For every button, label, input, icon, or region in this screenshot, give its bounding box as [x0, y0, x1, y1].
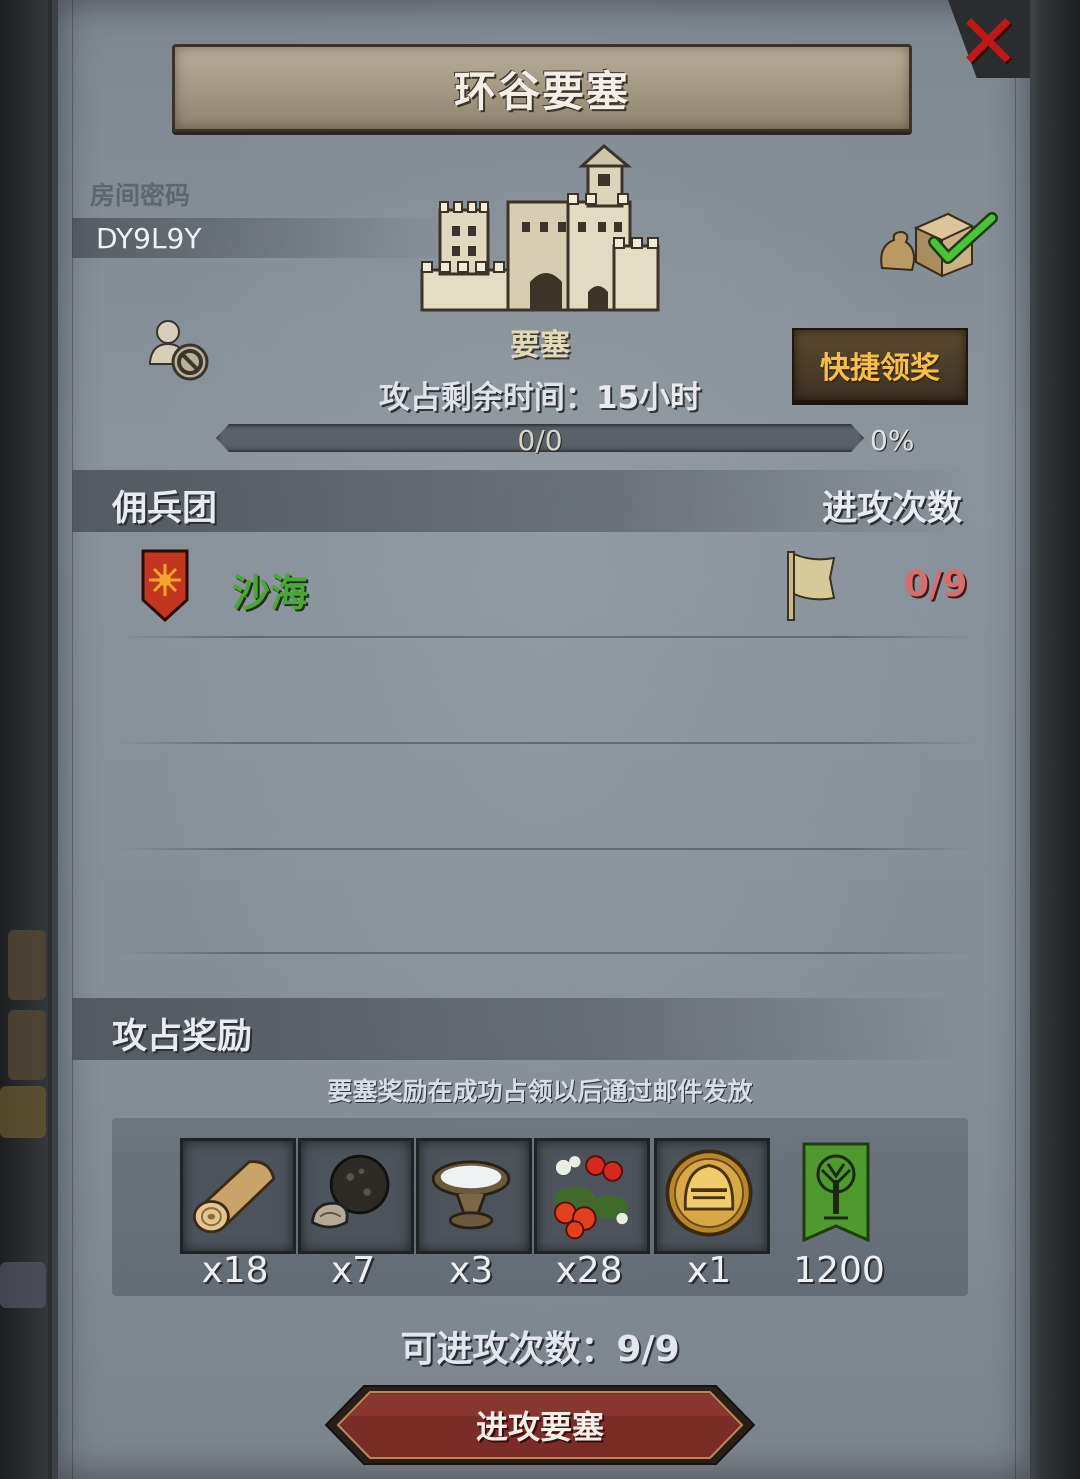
capture-timer-value: 15小时	[595, 380, 702, 416]
reward-qty-truffle: x7	[330, 1250, 376, 1291]
reward-item-helmet-coin[interactable]	[654, 1138, 770, 1254]
available-attempts: 可进攻次数：9/9	[400, 1329, 680, 1370]
close-icon[interactable]: ✕	[956, 4, 1020, 80]
attack-fortress-button[interactable]: 进攻要塞	[324, 1384, 756, 1466]
room-code[interactable]: DY9L9Y	[96, 222, 201, 255]
reward-qty-berries: x28	[555, 1250, 623, 1291]
mercenary-attack-count: 0/9	[904, 564, 968, 605]
mercenary-name: 沙海	[232, 571, 309, 615]
mercenary-header: 佣兵团	[112, 489, 218, 529]
reward-item-berries[interactable]	[534, 1138, 650, 1254]
side-search-icon	[0, 1262, 46, 1308]
page-title: 环谷要塞	[453, 66, 630, 116]
row-divider	[116, 952, 976, 954]
side-scroll-icon	[8, 930, 46, 1000]
berries-icon	[554, 1155, 628, 1240]
reward-qty-salt: x3	[448, 1250, 494, 1291]
reward-item-wood[interactable]	[180, 1138, 296, 1254]
flag-icon	[787, 551, 836, 621]
truffle-icon	[310, 1154, 390, 1229]
wood-log-icon	[192, 1160, 276, 1234]
supply-box-claimed-icon[interactable]	[876, 206, 998, 278]
tree-banner-icon[interactable]	[800, 1140, 872, 1244]
reward-qty-helmet-coin: x1	[686, 1250, 732, 1291]
room-password-label: 房间密码	[90, 181, 191, 210]
knight-helmet-coin-icon	[665, 1149, 753, 1237]
attack-fortress-label: 进攻要塞	[475, 1408, 604, 1446]
row-divider	[116, 848, 976, 850]
row-divider	[116, 742, 976, 744]
attack-count-header: 进攻次数	[822, 489, 963, 529]
reward-qty-wood: x18	[201, 1250, 269, 1291]
salt-dish-icon	[431, 1160, 511, 1230]
quick-claim-button[interactable]: 快捷领奖	[792, 328, 968, 402]
reward-header: 攻占奖励	[112, 1017, 253, 1057]
row-divider	[116, 636, 976, 638]
title-plate: 环谷要塞	[172, 44, 912, 132]
mercenary-emblem-icon	[141, 549, 189, 622]
reward-item-salt[interactable]	[416, 1138, 532, 1254]
capture-progress-percent: 0%	[870, 424, 915, 457]
capture-progress-count: 0/0	[517, 424, 563, 457]
reward-qty-banner: 1200	[793, 1250, 885, 1291]
background-right-edge	[1030, 0, 1080, 1479]
side-map-icon	[8, 1010, 46, 1080]
fortress-icon	[420, 144, 660, 312]
background-left-edge	[0, 0, 48, 1479]
reward-note: 要塞奖励在成功占领以后通过邮件发放	[327, 1077, 753, 1106]
reward-item-truffle[interactable]	[298, 1138, 414, 1254]
quick-claim-label: 快捷领奖	[820, 351, 940, 386]
capture-timer-label: 攻占剩余时间：	[378, 380, 596, 416]
